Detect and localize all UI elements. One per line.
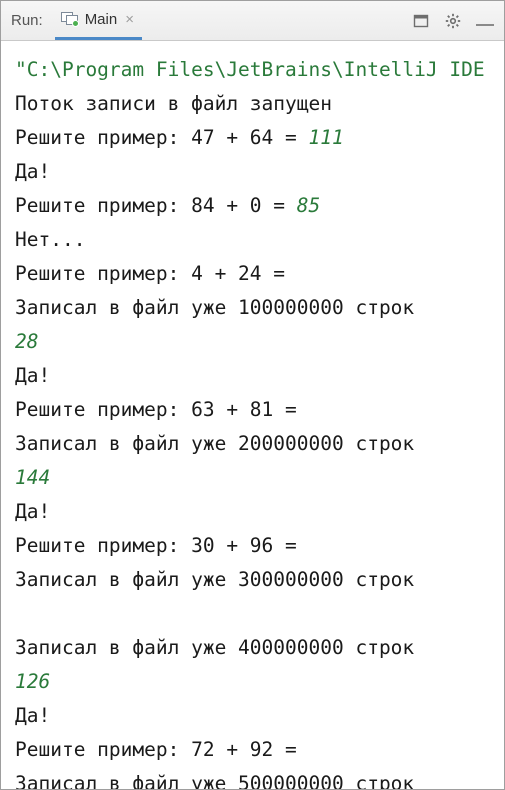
run-tool-window: Run: Main × [0,0,505,790]
console-text: Да! [15,704,50,727]
console-text: Записал в файл уже 400000000 строк [15,636,414,659]
console-text: Решите пример: 4 + 24 = [15,262,297,285]
console-text: Нет... [15,228,85,251]
settings-button[interactable] [442,10,464,32]
hide-button[interactable] [474,10,496,32]
gear-icon [445,13,461,29]
console-text: Решите пример: 30 + 96 = [15,534,309,557]
console-user-input: 144 [15,466,50,489]
run-config-tab-main[interactable]: Main × [55,1,142,40]
console-text: Да! [15,364,50,387]
console-cmd-line: "C:\Program Files\JetBrains\IntelliJ IDE [15,58,485,81]
console-output[interactable]: "C:\Program Files\JetBrains\IntelliJ IDE… [15,53,498,789]
console-text: Записал в файл уже 300000000 строк [15,568,414,591]
run-config-tab-label: Main [85,11,118,28]
console-text: Да! [15,160,50,183]
console-text: Решите пример: 47 + 64 = [15,126,309,149]
console-area: "C:\Program Files\JetBrains\IntelliJ IDE… [1,41,504,789]
console-text: Записал в файл уже 500000000 строк [15,772,414,789]
console-text: Решите пример: 63 + 81 = [15,398,309,421]
console-text: Поток записи в файл запущен [15,92,332,115]
run-header: Run: Main × [1,1,504,41]
console-user-input: 85 [297,194,320,217]
run-title: Run: [11,12,45,29]
console-user-input: 126 [15,670,50,693]
layout-icon [413,13,429,29]
run-config-icon [61,12,79,26]
console-text: Записал в файл уже 100000000 строк [15,296,414,319]
console-user-input: 111 [309,126,344,149]
console-text: Да! [15,500,50,523]
console-scroll[interactable]: "C:\Program Files\JetBrains\IntelliJ IDE… [1,41,504,789]
layout-settings-button[interactable] [410,10,432,32]
console-user-input: 28 [15,330,38,353]
close-tab-icon[interactable]: × [123,11,136,28]
console-text: Решите пример: 72 + 92 = [15,738,309,761]
console-text: Записал в файл уже 200000000 строк [15,432,414,455]
console-text: Решите пример: 84 + 0 = [15,194,297,217]
minimize-icon [476,24,494,28]
